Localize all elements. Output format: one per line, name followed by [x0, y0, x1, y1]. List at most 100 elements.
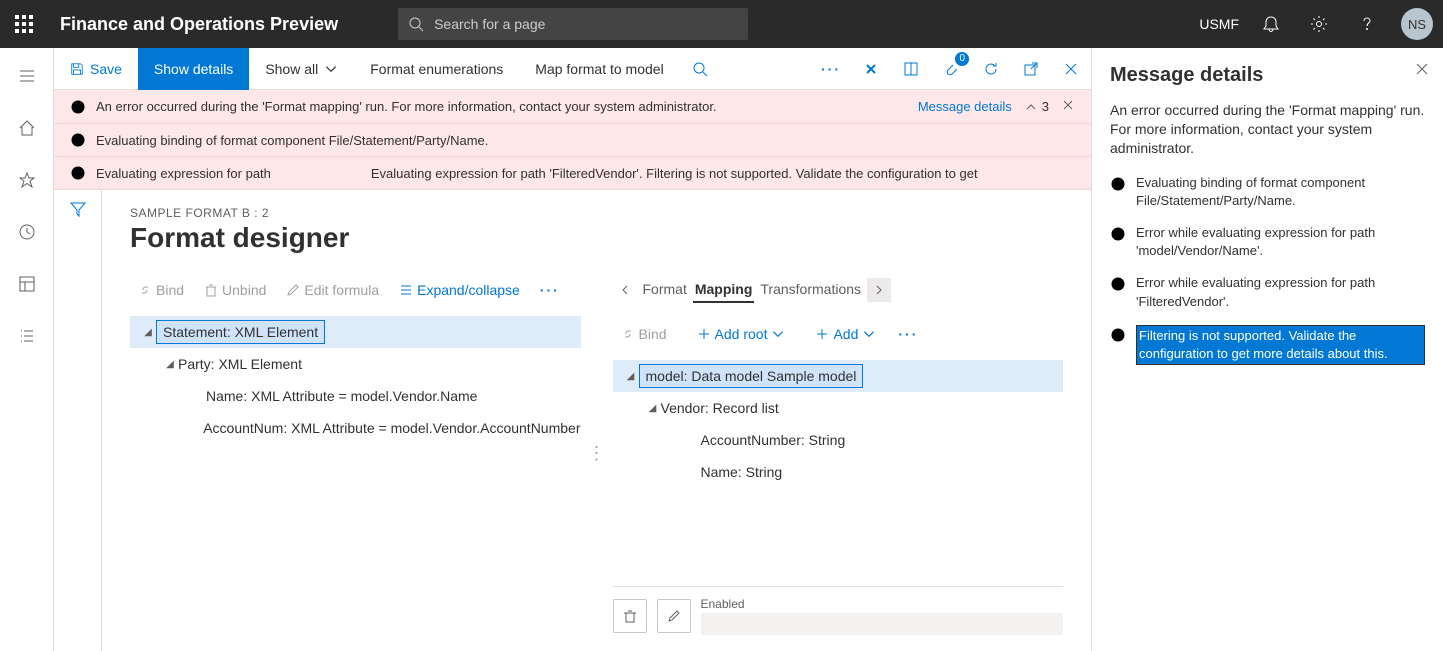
map-format-button[interactable]: Map format to model	[519, 48, 679, 90]
bind-button[interactable]: Bind	[130, 278, 192, 302]
show-details-label: Show details	[154, 61, 233, 77]
help-icon[interactable]	[1343, 0, 1391, 48]
chevron-down-icon	[771, 327, 785, 341]
message-details-link[interactable]: Message details	[918, 99, 1012, 114]
error-banner-2: Evaluating binding of format component F…	[54, 124, 1091, 157]
message-item[interactable]: Evaluating binding of format component F…	[1110, 174, 1425, 210]
enabled-field[interactable]	[701, 613, 1064, 635]
format-enumerations-button[interactable]: Format enumerations	[354, 48, 519, 90]
tab-format[interactable]: Format	[641, 277, 689, 303]
rail-home-icon[interactable]	[11, 112, 43, 144]
expand-collapse-button[interactable]: Expand/collapse	[391, 278, 528, 302]
right-overflow-icon[interactable]: ···	[898, 326, 918, 342]
error-banner-3: Evaluating expression for path Evaluatin…	[54, 157, 1091, 190]
show-details-button[interactable]: Show details	[138, 48, 249, 90]
breadcrumb: SAMPLE FORMAT B : 2	[130, 206, 1063, 220]
popout-icon[interactable]	[1011, 48, 1051, 90]
chevron-down-icon	[862, 327, 876, 341]
chevron-down-icon	[324, 62, 338, 76]
error-icon	[1110, 176, 1126, 192]
unbind-button[interactable]: Unbind	[196, 278, 274, 302]
notifications-icon[interactable]	[1247, 0, 1295, 48]
search-input[interactable]: Search for a page	[398, 8, 748, 40]
tab-prev-icon[interactable]	[613, 278, 637, 302]
edit-button[interactable]	[657, 599, 691, 633]
format-enum-label: Format enumerations	[370, 61, 503, 77]
refresh-icon[interactable]	[971, 48, 1011, 90]
dataverse-icon[interactable]	[851, 48, 891, 90]
action-search-icon[interactable]	[680, 48, 720, 90]
panel-close-icon[interactable]	[1415, 62, 1429, 79]
save-button[interactable]: Save	[54, 48, 138, 90]
save-label: Save	[90, 61, 122, 77]
tree-row[interactable]: Name: String	[613, 456, 1064, 488]
tab-mapping[interactable]: Mapping	[693, 277, 755, 303]
banner-text: Evaluating binding of format component F…	[96, 133, 488, 148]
rail-modules-icon[interactable]	[11, 320, 43, 352]
app-title: Finance and Operations Preview	[60, 14, 338, 35]
tree-row[interactable]: ◢Party: XML Element	[130, 348, 581, 380]
error-banner-1: An error occurred during the 'Format map…	[54, 90, 1091, 124]
pane-splitter[interactable]	[593, 272, 601, 635]
tree-row[interactable]: ◢Vendor: Record list	[613, 392, 1064, 424]
delete-button[interactable]	[613, 599, 647, 633]
tab-next-icon[interactable]	[867, 278, 891, 302]
edit-formula-button[interactable]: Edit formula	[278, 278, 387, 302]
tree-row[interactable]: ◢Statement: XML Element	[130, 316, 581, 348]
tab-transformations[interactable]: Transformations	[758, 277, 863, 303]
error-icon	[1110, 276, 1126, 292]
add-button[interactable]: Add	[807, 322, 884, 346]
error-icon	[70, 165, 86, 181]
error-icon	[70, 99, 86, 115]
add-root-button[interactable]: Add root	[689, 322, 794, 346]
panel-description: An error occurred during the 'Format map…	[1110, 101, 1425, 158]
rail-menu-icon[interactable]	[11, 60, 43, 92]
enabled-label: Enabled	[701, 597, 1064, 611]
search-placeholder: Search for a page	[434, 16, 545, 32]
error-icon	[1110, 327, 1126, 343]
mapping-pane: Format Mapping Transformations Bind Add …	[613, 272, 1064, 635]
mapping-tree: ◢model: Data model Sample model ◢Vendor:…	[613, 360, 1064, 586]
top-header: Finance and Operations Preview Search fo…	[0, 0, 1443, 48]
show-all-button[interactable]: Show all	[249, 48, 354, 90]
format-tree-pane: Bind Unbind Edit formula Expand/collapse…	[130, 272, 581, 635]
app-launcher[interactable]	[0, 0, 48, 48]
banner-extra-text: Evaluating expression for path 'Filtered…	[371, 166, 978, 181]
attachments-icon[interactable]: 0	[931, 48, 971, 90]
banner-text: Evaluating expression for path	[96, 166, 271, 181]
message-details-panel: Message details An error occurred during…	[1091, 48, 1443, 651]
error-icon	[70, 132, 86, 148]
action-bar: Save Show details Show all Format enumer…	[54, 48, 1091, 90]
settings-icon[interactable]	[1295, 0, 1343, 48]
message-item[interactable]: Error while evaluating expression for pa…	[1110, 224, 1425, 260]
close-page-icon[interactable]	[1051, 48, 1091, 90]
attach-badge: 0	[955, 52, 969, 66]
rail-favorites-icon[interactable]	[11, 164, 43, 196]
banner-close[interactable]	[1061, 98, 1075, 115]
banner-text: An error occurred during the 'Format map…	[96, 99, 717, 114]
property-bar: Enabled	[613, 586, 1064, 635]
tree-row[interactable]: ◢model: Data model Sample model	[613, 360, 1064, 392]
office-icon[interactable]	[891, 48, 931, 90]
message-item[interactable]: Error while evaluating expression for pa…	[1110, 274, 1425, 310]
tree-row[interactable]: AccountNum: XML Attribute = model.Vendor…	[130, 412, 581, 444]
left-overflow-icon[interactable]: ···	[540, 282, 560, 298]
company-code[interactable]: USMF	[1199, 16, 1239, 32]
rail-workspaces-icon[interactable]	[11, 268, 43, 300]
overflow-menu-icon[interactable]: ···	[811, 48, 851, 90]
error-icon	[1110, 226, 1126, 242]
filter-rail[interactable]	[54, 190, 102, 651]
tree-row[interactable]: Name: XML Attribute = model.Vendor.Name	[130, 380, 581, 412]
avatar[interactable]: NS	[1401, 8, 1433, 40]
banner-count: 3	[1042, 99, 1049, 114]
message-item[interactable]: Filtering is not supported. Validate the…	[1110, 325, 1425, 365]
page-title: Format designer	[130, 222, 1063, 254]
banner-collapse[interactable]: 3	[1024, 99, 1049, 114]
tree-row[interactable]: AccountNumber: String	[613, 424, 1064, 456]
panel-title: Message details	[1110, 64, 1425, 87]
mapping-bind-button[interactable]: Bind	[613, 322, 675, 346]
show-all-label: Show all	[265, 61, 318, 77]
map-format-label: Map format to model	[535, 61, 663, 77]
format-tree: ◢Statement: XML Element ◢Party: XML Elem…	[130, 316, 581, 635]
rail-recent-icon[interactable]	[11, 216, 43, 248]
